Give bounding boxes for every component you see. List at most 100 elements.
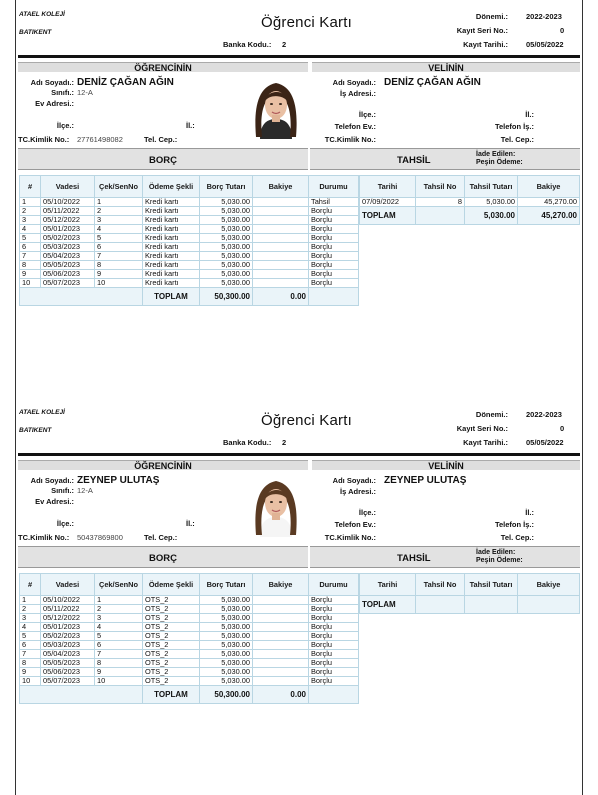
collection-band-label: TAHSİL bbox=[397, 553, 431, 564]
collection-column-header: Bakiye bbox=[517, 175, 580, 198]
debt-cell: OTS_2 bbox=[142, 613, 200, 623]
collection-table: Tarihi Tahsil No Tahsil Tutarı Bakiye TOPLA… bbox=[359, 573, 580, 614]
bank-code-label: Banka Kodu.: bbox=[223, 438, 272, 447]
table-row: 10 05/07/2023 10 Kredi kartı 5,030.00 Borçlu bbox=[19, 278, 359, 288]
card-title: Öğrenci Kartı bbox=[261, 412, 352, 429]
collection-band-label: TAHSİL bbox=[397, 155, 431, 166]
table-row: 3 05/12/2022 3 Kredi kartı 5,030.00 Borçlu bbox=[19, 215, 359, 225]
table-row: 7 05/04/2023 7 Kredi kartı 5,030.00 Borçlu bbox=[19, 251, 359, 261]
registration-date-value: 05/05/2022 bbox=[526, 40, 564, 49]
debt-cell bbox=[252, 613, 309, 623]
debt-cell: OTS_2 bbox=[142, 631, 200, 641]
portrait-icon bbox=[246, 77, 306, 139]
student-class-value: 12-A bbox=[77, 486, 93, 495]
parent-name-value: DENİZ ÇAĞAN AĞIN bbox=[384, 77, 481, 88]
student-district-label: İlçe.: bbox=[56, 519, 74, 528]
debt-cell bbox=[252, 595, 309, 605]
debt-cell: 8 bbox=[94, 260, 143, 270]
debt-cell bbox=[252, 260, 309, 270]
parent-city-label: İl.: bbox=[525, 508, 534, 517]
school-name: ATAEL KOLEJİ bbox=[19, 409, 65, 416]
collection-band bbox=[310, 546, 580, 568]
bank-code-value: 2 bbox=[282, 438, 287, 447]
student-photo bbox=[246, 77, 306, 139]
parent-district-label: İlçe.: bbox=[358, 110, 376, 119]
school-name: ATAEL KOLEJİ bbox=[19, 11, 65, 18]
debt-cell: 5,030.00 bbox=[199, 233, 253, 243]
debt-cell: Kredi kartı bbox=[142, 215, 200, 225]
student-id-value: 27761498082 bbox=[77, 135, 123, 144]
debt-cell: Borçlu bbox=[308, 206, 359, 216]
student-card: ATAEL KOLEJİ BATIKENT Öğrenci Kartı Döne… bbox=[16, 398, 582, 787]
debt-cell: 3 bbox=[19, 215, 41, 225]
debt-cell: 6 bbox=[94, 242, 143, 252]
debt-cell bbox=[252, 667, 309, 677]
debt-cell bbox=[252, 215, 309, 225]
student-photo bbox=[246, 475, 306, 537]
debt-cell: Kredi kartı bbox=[142, 233, 200, 243]
debt-cell: Borçlu bbox=[308, 242, 359, 252]
debt-cell bbox=[252, 269, 309, 279]
debt-column-header: Bakiye bbox=[252, 175, 309, 198]
debt-cell: Borçlu bbox=[308, 278, 359, 288]
debt-cell: 1 bbox=[94, 197, 143, 207]
registration-date-label: Kayıt Tarihi.: bbox=[463, 40, 508, 49]
debt-cell: 5,030.00 bbox=[199, 278, 253, 288]
debt-cell: Borçlu bbox=[308, 640, 359, 650]
collection-total-cell: TOPLAM bbox=[359, 206, 416, 225]
debt-cell: 10 bbox=[94, 676, 143, 686]
debt-cell: 5,030.00 bbox=[199, 242, 253, 252]
debt-cell: Borçlu bbox=[308, 251, 359, 261]
collection-total-cell bbox=[415, 595, 465, 614]
debt-cell: 10 bbox=[19, 278, 41, 288]
debt-cell: 5,030.00 bbox=[199, 197, 253, 207]
debt-cell: 5,030.00 bbox=[199, 251, 253, 261]
student-name-label: Adı Soyadı.: bbox=[30, 78, 74, 87]
debt-column-header: Ödeme Şekli bbox=[142, 573, 200, 596]
debt-cell: Borçlu bbox=[308, 215, 359, 225]
table-row: 2 05/11/2022 2 OTS_2 5,030.00 Borçlu bbox=[19, 604, 359, 614]
table-row: 1 05/10/2022 1 Kredi kartı 5,030.00 Tahsil bbox=[19, 197, 359, 207]
debt-cell: 9 bbox=[94, 667, 143, 677]
student-section-header: ÖĞRENCİNİN bbox=[18, 62, 308, 73]
debt-cell: Borçlu bbox=[308, 224, 359, 234]
work-phone-label: Telefon İş.: bbox=[494, 122, 534, 131]
parent-city-label: İl.: bbox=[525, 110, 534, 119]
debt-cell: 5,030.00 bbox=[199, 206, 253, 216]
debt-cell: OTS_2 bbox=[142, 622, 200, 632]
report-page: ATAEL KOLEJİ BATIKENT Öğrenci Kartı Döne… bbox=[15, 0, 583, 795]
debt-cell: 5,030.00 bbox=[199, 224, 253, 234]
debt-cell: Kredi kartı bbox=[142, 206, 200, 216]
debt-cell: Borçlu bbox=[308, 613, 359, 623]
debt-cell: 4 bbox=[94, 622, 143, 632]
term-label: Dönemi.: bbox=[475, 410, 508, 419]
parent-id-label: TC.Kimlik No.: bbox=[324, 135, 376, 144]
card-title: Öğrenci Kartı bbox=[261, 14, 352, 31]
table-row: 2 05/11/2022 2 Kredi kartı 5,030.00 Borçlu bbox=[19, 206, 359, 216]
table-row: 5 05/02/2023 5 OTS_2 5,030.00 Borçlu bbox=[19, 631, 359, 641]
student-name-value: DENİZ ÇAĞAN AĞIN bbox=[77, 77, 174, 88]
debt-cell: OTS_2 bbox=[142, 595, 200, 605]
debt-cell: Borçlu bbox=[308, 269, 359, 279]
student-mobile-label: Tel. Cep.: bbox=[144, 135, 178, 144]
collection-total-cell: 5,030.00 bbox=[464, 206, 518, 225]
debt-cell: 05/05/2023 bbox=[40, 658, 95, 668]
debt-total-cell: 50,300.00 bbox=[199, 287, 253, 306]
debt-total-row: TOPLAM 50,300.00 0.00 bbox=[19, 685, 359, 704]
debt-cell: 05/11/2022 bbox=[40, 206, 95, 216]
debt-cell: Borçlu bbox=[308, 649, 359, 659]
debt-total-cell: TOPLAM bbox=[142, 287, 200, 306]
debt-cell bbox=[252, 242, 309, 252]
parent-mobile-label: Tel. Cep.: bbox=[500, 135, 534, 144]
student-id-label: TC.Kimlik No.: bbox=[18, 135, 70, 144]
debt-column-header: Durumu bbox=[308, 175, 359, 198]
table-row: 8 05/05/2023 8 OTS_2 5,030.00 Borçlu bbox=[19, 658, 359, 668]
debt-cell: 9 bbox=[19, 667, 41, 677]
serial-value: 0 bbox=[560, 424, 565, 433]
debt-cell: 05/10/2022 bbox=[40, 595, 95, 605]
debt-cell: 8 bbox=[94, 658, 143, 668]
debt-total-row: TOPLAM 50,300.00 0.00 bbox=[19, 287, 359, 306]
parent-mobile-label: Tel. Cep.: bbox=[500, 533, 534, 542]
debt-cell: 5,030.00 bbox=[199, 215, 253, 225]
debt-cell: Borçlu bbox=[308, 260, 359, 270]
